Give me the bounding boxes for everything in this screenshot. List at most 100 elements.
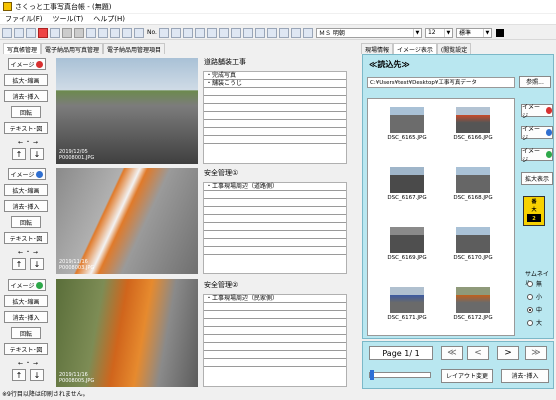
layout-change-button[interactable]: レイアウト変更 [441,369,493,383]
text-icon[interactable] [158,27,169,38]
image-button-2[interactable]: イメージ [8,168,46,180]
tab-photo-book[interactable]: 写真帳管理 [3,43,42,54]
style-select[interactable]: 標準 ▼ [455,27,492,38]
tab-electronic-photo[interactable]: 電子納品用写真管理 [41,43,104,54]
image-button-blue[interactable]: イメージ [521,126,553,142]
next-page-button[interactable]: > [497,346,519,360]
table-icon[interactable] [182,27,193,38]
list-icon[interactable] [170,27,181,38]
note-line [204,215,346,223]
open-folder-icon[interactable] [14,27,24,38]
save-icon[interactable] [26,27,36,38]
color-swatch[interactable] [495,28,504,37]
delete-insert-button-2[interactable]: 消去･挿入 [4,200,48,212]
grid4-icon[interactable] [278,27,289,38]
size-radio-large[interactable]: 大 [527,318,542,327]
image-label: イメージ [522,103,541,120]
arrow-right-icon[interactable] [218,27,229,38]
browse-button[interactable]: 参照... [519,76,551,88]
thumbnail[interactable]: DSC_6166.JPG [448,107,498,141]
image2-icon[interactable] [98,27,108,38]
tab-image-view[interactable]: イメージ表示 [393,43,437,54]
note-line [204,104,346,112]
grid3-icon[interactable] [266,27,277,38]
page-slider[interactable] [369,370,431,380]
grid1-icon[interactable] [242,27,253,38]
thumbnail-list[interactable]: DSC_6165.JPG DSC_6166.JPG DSC_6167.JPG D… [367,98,515,336]
thumbnail[interactable]: DSC_6171.JPG [382,287,432,321]
first-page-button[interactable]: ≪ [441,346,463,360]
last-page-button[interactable]: ≫ [525,346,547,360]
size-radio-none[interactable]: 無 [527,279,542,288]
rotate-button-1[interactable]: 回転 [11,106,41,118]
image-button-1[interactable]: イメージ [8,58,46,70]
note-3[interactable]: 安全管理② ・工事現場周辺（民家側） [203,281,347,387]
thumbnail[interactable]: DSC_6170.JPG [448,227,498,261]
image-button-3[interactable]: イメージ [8,279,46,291]
image3-icon[interactable] [110,27,120,38]
thumbnail[interactable]: DSC_6165.JPG [382,107,432,141]
prev-page-button[interactable]: < [467,346,489,360]
photo-id-2: P0008003.JPG [59,265,95,271]
rotate-button-3[interactable]: 回転 [11,327,41,339]
size-select[interactable]: 12 ▼ [424,27,453,38]
up-button-1[interactable]: ↑ [12,148,26,160]
down-button-3[interactable]: ↓ [30,369,44,381]
path-field[interactable]: C:¥Users¥test¥Desktop¥工事写真データ [367,77,515,88]
expand-button-1[interactable]: 拡大･縮画 [4,74,48,86]
up-button-3[interactable]: ↑ [12,369,26,381]
slider-knob[interactable] [370,370,374,380]
note-1[interactable]: 道路舗装工事 ・完成写真 ・舗装こうじ [203,58,347,164]
number-button[interactable]: No. [147,29,157,36]
down-button-2[interactable]: ↓ [30,258,44,270]
tab-view-settings[interactable]: (閲覧設定 [436,43,472,54]
thumbnail[interactable]: DSC_6172.JPG [448,287,498,321]
image-icon[interactable] [86,27,96,38]
thumbnail[interactable]: DSC_6169.JPG [382,227,432,261]
expand-button-2[interactable]: 拡大･縮画 [4,184,48,196]
thumbnail[interactable]: DSC_6167.JPG [382,167,432,201]
menu-tools[interactable]: ツール(T) [53,14,84,24]
move-label-1: ← ・ → [18,139,38,146]
photo-1[interactable]: 2019/12/05 P0008001.JPG [56,58,198,164]
edit-icon[interactable] [134,27,144,38]
delete-insert-button-3[interactable]: 消去･挿入 [4,311,48,323]
move-icon[interactable] [302,27,313,38]
menu-file[interactable]: ファイル(F) [5,14,43,24]
menu-help[interactable]: ヘルプ(H) [93,14,125,24]
image4-icon[interactable] [122,27,132,38]
pdf-icon[interactable] [38,27,48,38]
new-file-icon[interactable] [2,27,12,38]
rotate-right-icon[interactable] [230,27,241,38]
photo-2[interactable]: 2019/11/16 P0008003.JPG [56,168,198,274]
up-button-2[interactable]: ↑ [12,258,26,270]
note-2[interactable]: 安全管理① ・工事現場周辺（道路側） [203,169,347,274]
image-button-red[interactable]: イメージ [521,103,553,120]
size-radio-medium[interactable]: 中 [527,305,542,314]
zoom-view-button[interactable]: 拡大表示 [521,172,553,185]
tab-electronic-items[interactable]: 電子納品用管理項目 [103,43,166,54]
text-button-1[interactable]: テキスト･図 [4,122,48,134]
print-icon[interactable] [50,27,60,38]
expand-button-3[interactable]: 拡大･縮画 [4,295,48,307]
text-button-2[interactable]: テキスト･図 [4,232,48,244]
photo-3[interactable]: 2019/11/16 P0008005.JPG [56,279,198,387]
size-radio-small[interactable]: 小 [527,292,542,301]
down-button-1[interactable]: ↓ [30,148,44,160]
thumbnail[interactable]: DSC_6168.JPG [448,167,498,201]
grid5-icon[interactable] [290,27,301,38]
delete-insert-button-1[interactable]: 消去･挿入 [4,90,48,102]
rotate-left-icon[interactable] [194,27,205,38]
font-select[interactable]: ＭＳ 明朝 ▼ [315,27,422,38]
tab-site-info[interactable]: 現場情報 [361,43,394,54]
image-button-green[interactable]: イメージ [521,148,553,164]
delete-insert-bottom-button[interactable]: 消去･挿入 [501,369,549,383]
grid2-icon[interactable] [254,27,265,38]
image-label: イメージ [10,61,35,69]
text-button-3[interactable]: テキスト･図 [4,343,48,355]
rotate-button-2[interactable]: 回転 [11,216,41,228]
construction-sign-icon[interactable]: 番 大 2 [523,196,545,226]
arrow-left-icon[interactable] [206,27,217,38]
copy-icon[interactable] [62,27,72,38]
paste-icon[interactable] [74,27,84,38]
